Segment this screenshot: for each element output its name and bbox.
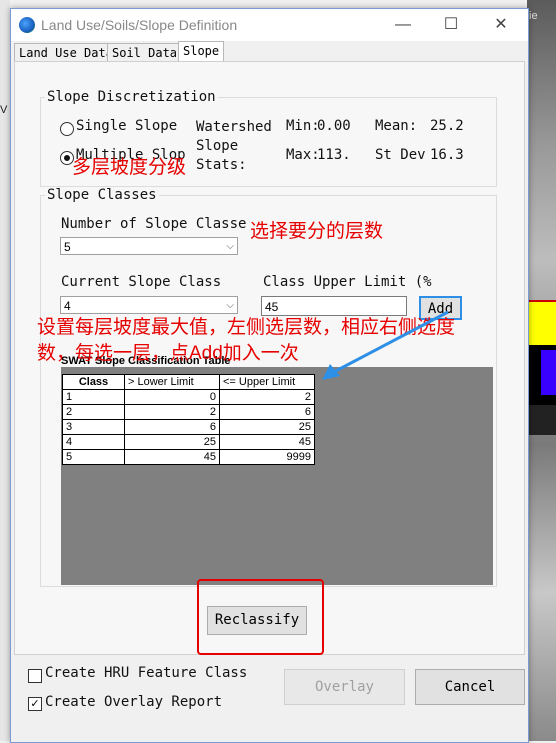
background-map: ie xyxy=(527,0,556,741)
annotation-set-max-line2: 数，每选一层，点Add加入一次 xyxy=(37,343,299,364)
classification-table-area: Class > Lower Limit <= Upper Limit 102 2… xyxy=(61,367,493,585)
current-class-value: 4 xyxy=(64,299,71,313)
single-slope-label: Single Slope xyxy=(76,118,178,134)
mean-label: Mean: xyxy=(375,118,418,134)
single-slope-radio[interactable] xyxy=(60,122,74,136)
slope-classes-title: Slope Classes xyxy=(45,187,159,203)
table-cell: 2 xyxy=(219,389,315,405)
number-of-classes-select[interactable]: 5 ⌵ xyxy=(60,237,238,255)
table-cell: 5 xyxy=(62,449,125,465)
min-value: 0.00 xyxy=(317,118,351,134)
table-header-upper: <= Upper Limit xyxy=(219,374,315,390)
annotation-multi-level: 多层坡度分级 xyxy=(72,157,187,178)
table-row[interactable]: 5 45 9999 xyxy=(62,449,315,465)
background-left-text: V xyxy=(0,104,8,116)
table-cell: 3 xyxy=(62,419,125,435)
table-row[interactable]: 4 25 45 xyxy=(62,434,315,450)
stdev-value: 16.3 xyxy=(430,147,464,163)
chevron-down-icon: ⌵ xyxy=(226,241,234,252)
create-report-checkbox[interactable]: ✓ xyxy=(28,697,42,711)
table-header-lower: > Lower Limit xyxy=(124,374,220,390)
table-header-class: Class xyxy=(62,374,125,390)
current-class-label: Current Slope Class xyxy=(61,274,222,290)
table-cell: 0 xyxy=(124,389,220,405)
number-of-classes-value: 5 xyxy=(64,240,71,254)
globe-icon xyxy=(19,17,35,33)
watershed-stats-label: Watershed Slope Stats: xyxy=(196,119,272,173)
map-river-region xyxy=(527,405,556,435)
background-text: ie xyxy=(529,10,538,22)
discretization-title: Slope Discretization xyxy=(45,89,218,105)
table-cell: 45 xyxy=(124,449,220,465)
close-icon[interactable]: ✕ xyxy=(491,15,511,35)
max-value: 113. xyxy=(317,147,351,163)
table-cell: 4 xyxy=(62,434,125,450)
table-cell: 25 xyxy=(124,434,220,450)
create-hru-checkbox[interactable] xyxy=(28,669,42,683)
table-cell: 45 xyxy=(219,434,315,450)
mean-value: 25.2 xyxy=(430,118,464,134)
tab-soil-data[interactable]: Soil Data xyxy=(107,43,183,62)
table-cell: 25 xyxy=(219,419,315,435)
upper-limit-label: Class Upper Limit (% xyxy=(263,274,432,290)
background-left-strip: V xyxy=(0,0,10,741)
stdev-label: St Dev xyxy=(375,147,426,163)
maximize-icon[interactable]: ☐ xyxy=(441,15,461,35)
table-cell: 1 xyxy=(62,389,125,405)
max-label: Max: xyxy=(286,147,320,163)
reclassify-button[interactable]: Reclassify xyxy=(207,606,307,635)
annotation-choose-levels: 选择要分的层数 xyxy=(250,221,384,242)
cancel-button[interactable]: Cancel xyxy=(415,669,525,705)
number-of-classes-label: Number of Slope Classe xyxy=(61,216,247,232)
create-hru-label: Create HRU Feature Class xyxy=(45,665,248,681)
table-cell: 2 xyxy=(62,404,125,420)
window-title: Land Use/Soils/Slope Definition xyxy=(41,17,238,33)
tab-land-use-data[interactable]: Land Use Data xyxy=(14,43,118,62)
table-cell: 6 xyxy=(124,419,220,435)
title-bar[interactable]: Land Use/Soils/Slope Definition — ☐ ✕ xyxy=(11,9,528,41)
overlay-button[interactable]: Overlay xyxy=(284,669,405,705)
table-cell: 2 xyxy=(124,404,220,420)
table-cell: 9999 xyxy=(219,449,315,465)
map-purple-region xyxy=(541,350,556,395)
annotation-arrow xyxy=(322,310,449,380)
table-cell: 6 xyxy=(219,404,315,420)
create-report-label: Create Overlay Report xyxy=(45,694,223,710)
table-row[interactable]: 102 xyxy=(62,389,315,405)
tab-slope[interactable]: Slope xyxy=(178,41,225,63)
classification-table: Class > Lower Limit <= Upper Limit 102 2… xyxy=(62,374,315,465)
min-label: Min: xyxy=(286,118,320,134)
table-row[interactable]: 3 6 25 xyxy=(62,419,315,435)
minimize-icon[interactable]: — xyxy=(393,15,413,35)
table-row[interactable]: 226 xyxy=(62,404,315,420)
